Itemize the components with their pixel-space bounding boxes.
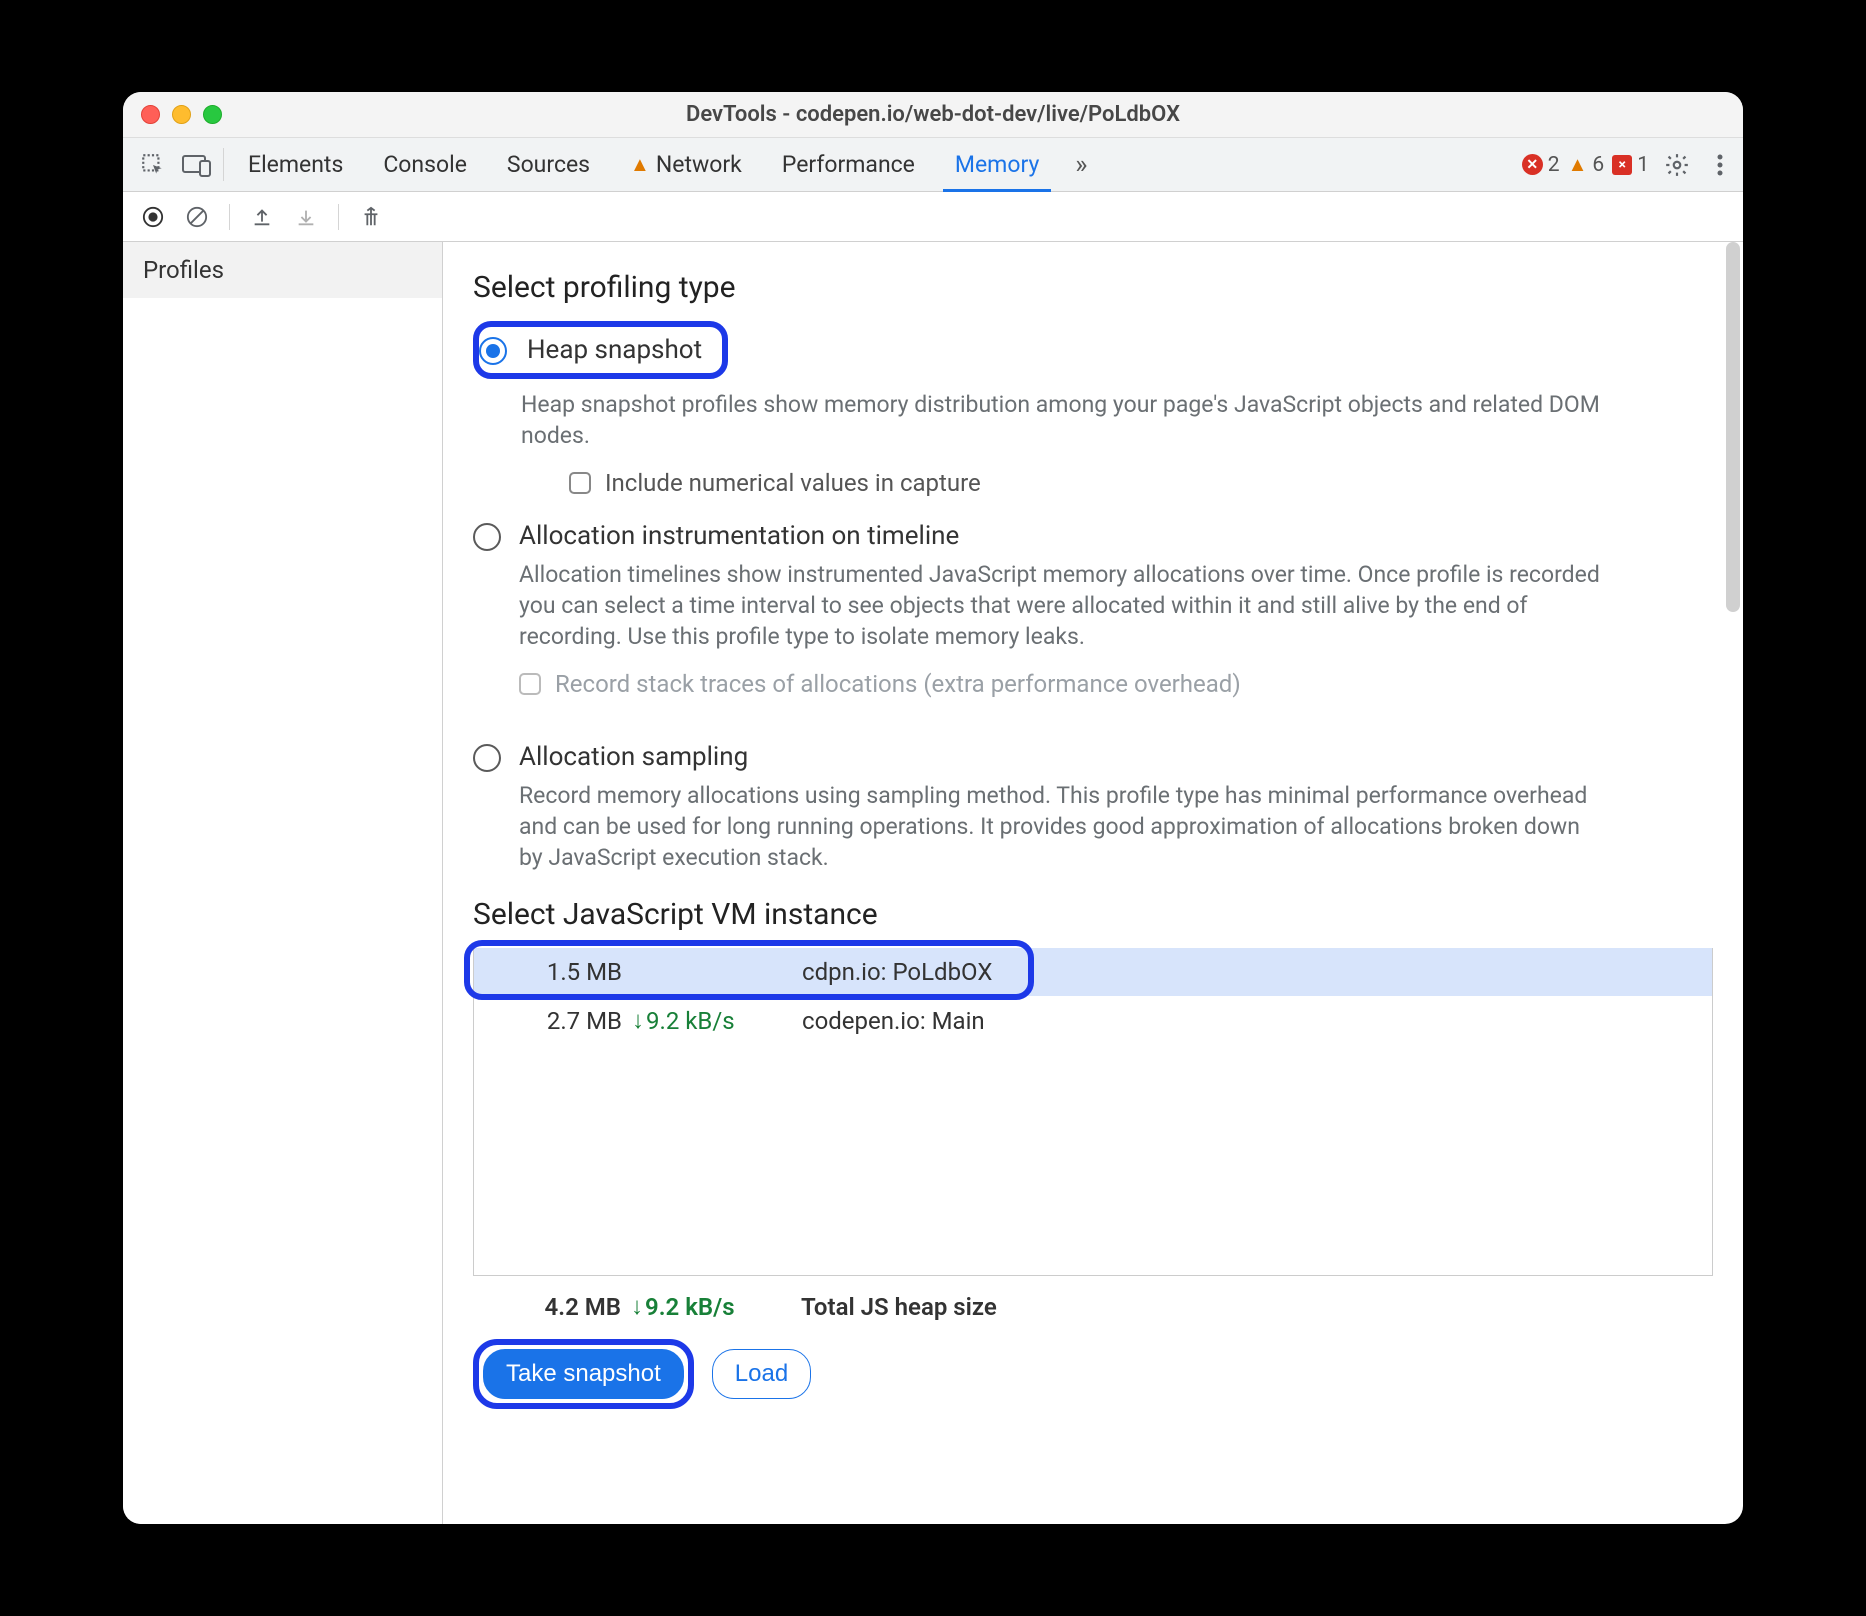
load-button[interactable]: Load <box>712 1349 811 1399</box>
annotation-highlight: Take snapshot <box>473 1339 694 1409</box>
upload-icon[interactable] <box>246 201 278 233</box>
annotation-highlight: Heap snapshot <box>473 321 728 379</box>
warnings-count: 6 <box>1592 153 1604 177</box>
checkbox-icon[interactable] <box>569 472 591 494</box>
vm-row[interactable]: 2.7 MB ↓ 9.2 kB/s codepen.io: Main <box>474 996 1712 1045</box>
vm-rate-value: 9.2 kB/s <box>646 1007 735 1035</box>
error-icon: ✕ <box>1522 154 1543 175</box>
sidebar: Profiles <box>123 242 443 1524</box>
collect-garbage-icon[interactable] <box>355 201 387 233</box>
window-title: DevTools - codepen.io/web-dot-dev/live/P… <box>123 102 1743 127</box>
vm-instance-list: 1.5 MB cdpn.io: PoLdbOX 2.7 MB ↓ 9.2 kB/… <box>473 948 1713 1276</box>
tab-console[interactable]: Console <box>363 138 487 191</box>
errors-badge[interactable]: ✕ 2 <box>1522 153 1560 177</box>
tab-sources[interactable]: Sources <box>487 138 610 191</box>
radio-allocation-sampling[interactable] <box>473 744 501 772</box>
tab-performance[interactable]: Performance <box>762 138 935 191</box>
profiling-type-heading: Select profiling type <box>473 270 1713 305</box>
vm-name: cdpn.io: PoLdbOX <box>802 958 1694 986</box>
scrollbar[interactable] <box>1726 242 1740 612</box>
include-numerical-label: Include numerical values in capture <box>605 469 981 497</box>
include-numerical-checkbox-row[interactable]: Include numerical values in capture <box>569 469 1713 497</box>
tab-network[interactable]: ▲ Network <box>610 138 762 191</box>
issue-icon: × <box>1612 155 1632 175</box>
clear-icon[interactable] <box>181 201 213 233</box>
option-timeline-label: Allocation instrumentation on timeline <box>519 521 1609 551</box>
body: Profiles Select profiling type Heap snap… <box>123 242 1743 1524</box>
record-stack-traces-label: Record stack traces of allocations (extr… <box>555 670 1241 698</box>
option-heap-desc: Heap snapshot profiles show memory distr… <box>521 389 1611 451</box>
option-sampling-desc: Record memory allocations using sampling… <box>519 780 1609 873</box>
total-size: 4.2 MB <box>491 1293 631 1321</box>
settings-gear-icon[interactable] <box>1657 152 1697 178</box>
option-allocation-timeline[interactable]: Allocation instrumentation on timeline A… <box>473 521 1713 722</box>
take-snapshot-button[interactable]: Take snapshot <box>483 1349 684 1399</box>
option-heap-label: Heap snapshot <box>521 333 710 367</box>
warning-icon: ▲ <box>1568 152 1588 177</box>
tab-elements[interactable]: Elements <box>228 138 363 191</box>
checkbox-icon <box>519 673 541 695</box>
inspect-icon[interactable] <box>131 138 175 191</box>
arrow-down-icon: ↓ <box>631 1292 643 1321</box>
vm-name: codepen.io: Main <box>802 1007 1694 1035</box>
status-counts: ✕ 2 ▲ 6 × 1 <box>1522 138 1735 191</box>
record-stack-traces-checkbox-row: Record stack traces of allocations (extr… <box>519 670 1609 698</box>
issues-count: 1 <box>1637 153 1649 177</box>
errors-count: 2 <box>1548 153 1560 177</box>
profiling-toolbar <box>123 192 1743 242</box>
tab-network-label: Network <box>656 151 742 178</box>
action-buttons: Take snapshot Load <box>473 1339 1713 1409</box>
radio-heap-snapshot[interactable] <box>479 337 507 365</box>
vm-rate: ↓ 9.2 kB/s <box>632 1006 802 1035</box>
content-panel: Select profiling type Heap snapshot Heap… <box>443 242 1743 1524</box>
total-rate: ↓ 9.2 kB/s <box>631 1292 801 1321</box>
vm-instance-heading: Select JavaScript VM instance <box>473 897 1713 932</box>
option-allocation-sampling[interactable]: Allocation sampling Record memory alloca… <box>473 742 1713 873</box>
titlebar: DevTools - codepen.io/web-dot-dev/live/P… <box>123 92 1743 138</box>
sidebar-item-profiles[interactable]: Profiles <box>123 242 442 298</box>
vm-row-selected[interactable]: 1.5 MB cdpn.io: PoLdbOX <box>474 948 1712 996</box>
download-icon[interactable] <box>290 201 322 233</box>
device-toolbar-icon[interactable] <box>175 138 219 191</box>
vm-totals-row: 4.2 MB ↓ 9.2 kB/s Total JS heap size <box>473 1276 1713 1325</box>
option-timeline-desc: Allocation timelines show instrumented J… <box>519 559 1609 652</box>
vm-size: 1.5 MB <box>492 958 632 986</box>
more-tabs-icon[interactable]: » <box>1059 138 1103 191</box>
tab-memory[interactable]: Memory <box>935 138 1059 191</box>
option-sampling-label: Allocation sampling <box>519 742 1609 772</box>
radio-allocation-timeline[interactable] <box>473 523 501 551</box>
issues-badge[interactable]: × 1 <box>1612 153 1649 177</box>
devtools-window: DevTools - codepen.io/web-dot-dev/live/P… <box>123 92 1743 1524</box>
vm-size: 2.7 MB <box>492 1007 632 1035</box>
warnings-badge[interactable]: ▲ 6 <box>1568 152 1605 177</box>
total-rate-value: 9.2 kB/s <box>645 1293 735 1321</box>
record-icon[interactable] <box>137 201 169 233</box>
main-tabs: Elements Console Sources ▲ Network Perfo… <box>123 138 1743 192</box>
warning-icon: ▲ <box>630 152 650 177</box>
total-label: Total JS heap size <box>801 1293 997 1321</box>
arrow-down-icon: ↓ <box>632 1006 644 1035</box>
kebab-menu-icon[interactable] <box>1705 153 1735 177</box>
option-heap-snapshot[interactable]: Heap snapshot <box>473 321 1713 379</box>
